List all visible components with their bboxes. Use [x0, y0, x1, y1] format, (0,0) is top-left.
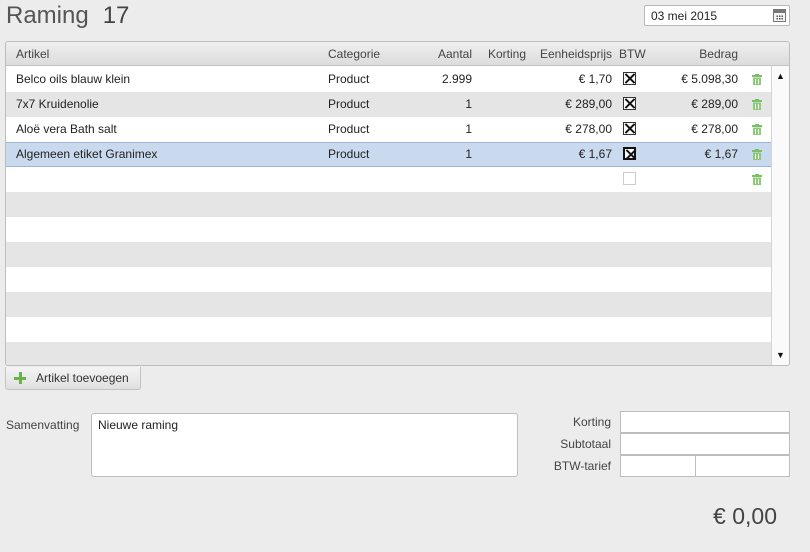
cell-artikel: Algemeen etiket Granimex — [16, 147, 158, 161]
trash-icon[interactable] — [752, 124, 762, 135]
cell-bedrag: € 289,00 — [691, 97, 738, 111]
cell-aantal: 2.999 — [441, 72, 472, 86]
summary-textarea[interactable]: Nieuwe raming — [91, 413, 518, 477]
cell-korting — [482, 67, 526, 92]
btw-checkbox[interactable] — [623, 97, 636, 110]
table-row-empty — [6, 317, 772, 342]
table-row-empty — [6, 292, 772, 317]
add-article-button[interactable]: Artikel toevoegen — [5, 367, 141, 390]
table-row-new[interactable] — [6, 167, 772, 192]
btw-tarief-label: BTW-tarief — [553, 459, 611, 473]
col-header-aantal[interactable]: Aantal — [416, 42, 472, 65]
cell-eenheidsprijs: € 1,70 — [578, 72, 612, 86]
calendar-icon[interactable] — [773, 9, 786, 22]
cell-bedrag: € 1,67 — [704, 147, 738, 161]
articles-grid: Artikel Categorie Aantal Korting Eenheid… — [5, 41, 790, 366]
subtotaal-field — [620, 433, 790, 455]
trash-icon[interactable] — [752, 74, 762, 85]
cell-categorie: Product — [328, 147, 370, 161]
btw-tarief-field[interactable] — [620, 455, 790, 477]
add-article-label: Artikel toevoegen — [36, 371, 129, 385]
col-header-btw[interactable]: BTW — [619, 42, 646, 65]
cell-aantal: 1 — [465, 122, 472, 136]
btw-checkbox[interactable] — [623, 172, 636, 185]
btw-checkbox[interactable] — [623, 147, 636, 160]
btw-checkbox[interactable] — [623, 72, 636, 85]
plus-icon — [14, 372, 26, 384]
cell-aantal: 1 — [465, 147, 472, 161]
grand-total: € 0,00 — [713, 503, 777, 529]
summary-label: Samenvatting — [6, 418, 80, 432]
cell-categorie: Product — [328, 72, 370, 86]
cell-bedrag: € 5.098,30 — [681, 72, 738, 86]
col-header-categorie[interactable]: Categorie — [328, 42, 380, 65]
trash-icon[interactable] — [752, 99, 762, 110]
scroll-up-arrow-icon[interactable]: ▲ — [772, 68, 789, 84]
trash-icon[interactable] — [752, 174, 762, 185]
col-header-bedrag[interactable]: Bedrag — [656, 42, 738, 65]
grid-rows: Belco oils blauw klein Product 2.999 € 1… — [6, 67, 772, 365]
scroll-down-arrow-icon[interactable]: ▼ — [772, 347, 789, 363]
cell-eenheidsprijs: € 1,67 — [578, 147, 612, 161]
grid-header: Artikel Categorie Aantal Korting Eenheid… — [6, 42, 772, 66]
subtotaal-label: Subtotaal — [560, 437, 611, 451]
page-title: Raming 17 — [6, 2, 129, 30]
cell-artikel: Belco oils blauw klein — [16, 72, 131, 86]
grid-scrollbar[interactable]: ▲ ▼ — [771, 66, 789, 365]
korting-label: Korting — [572, 415, 611, 429]
table-row-selected[interactable]: Algemeen etiket Granimex Product 1 € 1,6… — [6, 142, 772, 167]
table-row-empty — [6, 267, 772, 292]
table-row-empty — [6, 342, 772, 365]
col-header-korting[interactable]: Korting — [482, 42, 526, 65]
cell-eenheidsprijs: € 289,00 — [565, 97, 612, 111]
title-text: Raming — [6, 2, 89, 29]
cell-korting — [482, 143, 526, 166]
estimate-number: 17 — [102, 2, 130, 29]
cell-artikel: Aloë vera Bath salt — [16, 122, 117, 136]
cell-korting — [482, 92, 526, 117]
col-header-artikel[interactable]: Artikel — [16, 42, 49, 65]
date-field[interactable]: 03 mei 2015 — [644, 5, 790, 26]
table-row-empty — [6, 217, 772, 242]
cell-eenheidsprijs: € 278,00 — [565, 122, 612, 136]
cell-artikel: 7x7 Kruidenolie — [16, 97, 99, 111]
table-row-empty — [6, 242, 772, 267]
cell-bedrag: € 278,00 — [691, 122, 738, 136]
cell-aantal: 1 — [465, 97, 472, 111]
col-header-eenheidsprijs[interactable]: Eenheidsprijs — [532, 42, 612, 65]
date-value: 03 mei 2015 — [651, 9, 718, 23]
korting-field[interactable] — [620, 411, 790, 433]
cell-categorie: Product — [328, 97, 370, 111]
btw-checkbox[interactable] — [623, 122, 636, 135]
table-row[interactable]: Aloë vera Bath salt Product 1 € 278,00 €… — [6, 117, 772, 142]
cell-categorie: Product — [328, 122, 370, 136]
trash-icon[interactable] — [752, 149, 762, 160]
table-row[interactable]: Belco oils blauw klein Product 2.999 € 1… — [6, 67, 772, 92]
table-row-empty — [6, 192, 772, 217]
cell-korting — [482, 117, 526, 142]
header-corner — [771, 42, 789, 66]
table-row[interactable]: 7x7 Kruidenolie Product 1 € 289,00 € 289… — [6, 92, 772, 117]
